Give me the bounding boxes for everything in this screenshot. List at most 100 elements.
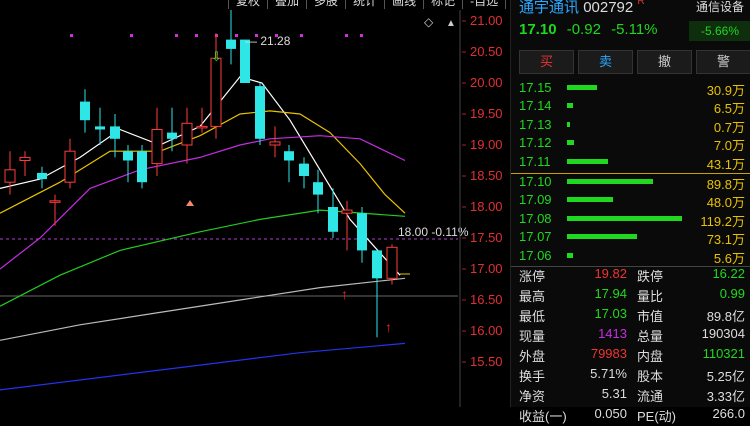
- candle: [80, 89, 90, 133]
- candle-body: [80, 101, 90, 121]
- candle: [299, 157, 309, 189]
- candle-body: [110, 126, 120, 139]
- ask-row[interactable]: 17.11 43.1万: [519, 154, 745, 172]
- stat-value: 0.99: [719, 286, 745, 301]
- stat-label: 换手: [519, 369, 546, 384]
- level-volume: 43.1万: [706, 156, 745, 172]
- toolbar-item-6[interactable]: -自选: [462, 0, 505, 9]
- candle: [328, 188, 338, 238]
- stock-title[interactable]: 通宇通讯 002792 R: [519, 0, 645, 17]
- candle: [49, 194, 61, 226]
- candle: [255, 83, 265, 145]
- stat-value: 5.71%: [590, 366, 627, 381]
- stat-label: 净资: [519, 389, 546, 404]
- stat-value: 266.0: [712, 406, 745, 421]
- y-axis-label: 19.50: [470, 106, 503, 121]
- level-volume: 73.1万: [706, 232, 745, 248]
- sector-name: 通信设备: [695, 0, 744, 14]
- level-volume: 30.9万: [706, 83, 745, 98]
- toolbar-item-0[interactable]: 复权: [228, 0, 267, 9]
- level-price: 17.11: [519, 153, 551, 169]
- stats-row: 最低 17.03 市值 89.8亿: [519, 306, 745, 326]
- kline-chart[interactable]: 21.00 20.50 20.00 19.50 19.00 18.50 18.00 17.50…: [0, 3, 510, 407]
- margin-badge: R: [637, 0, 645, 7]
- level-volume: 7.0万: [713, 138, 745, 154]
- candle-body: [386, 246, 398, 279]
- bid-row[interactable]: 17.07 73.1万: [519, 229, 745, 247]
- bid-row[interactable]: 17.06 5.6万: [519, 248, 745, 266]
- kline-svg: 21.00 20.50 20.00 19.50 19.00 18.50 18.00 17.50…: [0, 3, 503, 407]
- bid-book: 17.10 89.8万 17.09 48.0万 17.08 119.2万 17.07 73.1…: [519, 174, 745, 266]
- down-arrow-icon: ⇩: [211, 49, 222, 64]
- toolbar-item-5[interactable]: 标记: [423, 0, 462, 9]
- level-price: 17.06: [519, 247, 552, 263]
- level-volume-bar: [567, 215, 682, 221]
- level-volume-bar: [567, 158, 609, 164]
- toolbar-item-4[interactable]: 画线: [384, 0, 423, 9]
- candle-body: [151, 129, 163, 165]
- level-price: 17.10: [519, 174, 552, 189]
- stat-label: 现量: [519, 329, 546, 344]
- toolbar-item-3[interactable]: 统计: [345, 0, 384, 9]
- candle: [19, 151, 31, 176]
- stat-label: 最高: [519, 289, 546, 304]
- high-price-label: — 21.28: [245, 34, 291, 48]
- stat-label: 总量: [637, 329, 664, 344]
- level-volume: 119.2万: [700, 213, 745, 229]
- candle-body: [313, 182, 323, 195]
- candle-body: [341, 209, 353, 214]
- y-axis-label: 17.00: [470, 261, 503, 276]
- toolbar-item-1[interactable]: 叠加: [267, 0, 306, 9]
- sell-button[interactable]: 卖: [578, 50, 633, 74]
- triangle-marker: [186, 200, 194, 206]
- buy-button[interactable]: 买: [519, 50, 574, 74]
- bid-row[interactable]: 17.09 48.0万: [519, 192, 745, 210]
- candle-body: [19, 156, 31, 161]
- ask-row[interactable]: 17.15 30.9万: [519, 80, 745, 98]
- toolbar-item-2[interactable]: 多股: [306, 0, 345, 9]
- level-volume-bar: [567, 140, 574, 146]
- candle: [226, 3, 236, 65]
- marker-dot: [195, 34, 198, 37]
- stat-label: 市值: [637, 309, 664, 324]
- candle-body: [64, 150, 76, 183]
- stat-label: PE(动): [637, 409, 677, 424]
- ask-row[interactable]: 17.12 7.0万: [519, 135, 745, 153]
- candle-body: [49, 200, 61, 203]
- y-axis-label: 20.50: [470, 44, 503, 59]
- y-axis-label: 21.00: [470, 13, 503, 28]
- stat-value: 3.33亿: [706, 389, 745, 404]
- sector-box[interactable]: 通信设备 -5.66%: [689, 0, 750, 41]
- price-change: -0.92: [566, 21, 601, 38]
- marker-dot: [345, 34, 348, 37]
- ask-row[interactable]: 17.14 6.5万: [519, 98, 745, 116]
- candle: [386, 244, 398, 285]
- price-change-pct: -5.11%: [611, 21, 658, 38]
- diamond-icon: ◇: [424, 15, 434, 29]
- alert-button[interactable]: 警: [696, 50, 750, 74]
- stats-row: 收益(一) 0.050 PE(动) 266.0: [519, 406, 745, 426]
- level-price: 17.12: [519, 135, 552, 151]
- stat-label: 流通: [637, 389, 664, 404]
- caret-up-icon: ▲: [446, 18, 456, 29]
- level-volume-bar: [567, 103, 573, 109]
- bid-row[interactable]: 17.10 89.8万: [519, 174, 745, 192]
- stat-value: 190304: [701, 326, 745, 341]
- up-arrow-icon: ↑: [385, 319, 392, 335]
- level-volume-bar: [567, 121, 571, 127]
- stats-row: 最高 17.94 量比 0.99: [519, 286, 745, 306]
- cancel-button[interactable]: 撤: [637, 50, 692, 74]
- y-axis-label: 20.00: [470, 75, 503, 90]
- candle-body: [299, 163, 309, 176]
- marker-dot: [175, 34, 178, 37]
- y-axis-label: 16.50: [470, 292, 503, 307]
- candle-body: [181, 122, 193, 146]
- ask-row[interactable]: 17.13 0.7万: [519, 117, 745, 135]
- level-price: 17.09: [519, 192, 552, 208]
- candle: [313, 169, 323, 214]
- bid-row[interactable]: 17.08 119.2万: [519, 211, 745, 229]
- current-price: 17.10: [519, 21, 557, 38]
- chart-toolbar: 复权叠加多股统计画线标记-自选返回: [228, 0, 544, 9]
- marker-dot: [70, 34, 73, 37]
- current-price-line: 17.10 -0.92 -5.11%: [519, 21, 658, 38]
